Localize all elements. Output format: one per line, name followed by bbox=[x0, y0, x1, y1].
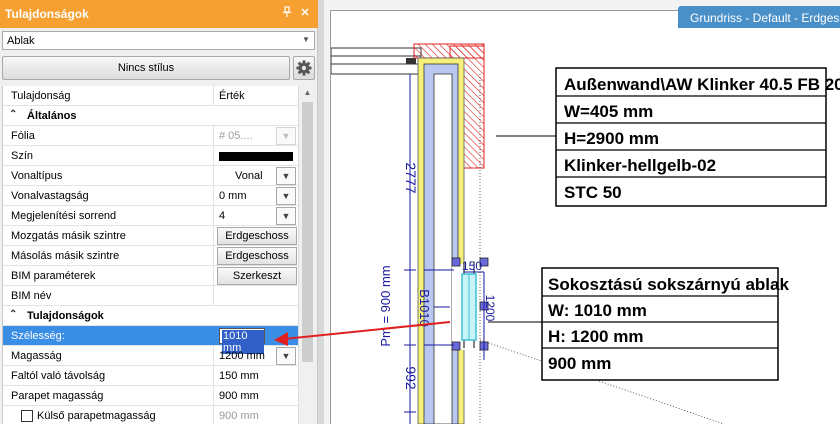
window-label-box[interactable]: Sokosztású sokszárnyú ablak W: 1010 mm H… bbox=[541, 267, 789, 381]
element-type-select[interactable]: Ablak ▼ bbox=[2, 31, 315, 50]
property-name: Parapet magasság bbox=[11, 390, 104, 402]
annotation-arrow bbox=[274, 321, 451, 346]
property-name: Mozgatás másik szintre bbox=[11, 230, 126, 242]
window-label-line: W: 1010 mm bbox=[548, 301, 647, 320]
property-row-copy-floor[interactable]: Másolás másik szintre Erdgeschoss bbox=[3, 246, 298, 266]
color-swatch[interactable] bbox=[219, 152, 293, 161]
outer-parapet-checkbox[interactable] bbox=[21, 410, 33, 422]
property-value: 900 mm bbox=[219, 410, 259, 422]
pin-icon[interactable] bbox=[280, 6, 294, 20]
property-name: Vonaltípus bbox=[11, 170, 63, 182]
property-name: Külső parapetmagasság bbox=[37, 410, 156, 422]
property-row-wall-distance[interactable]: Faltól való távolság 150 mm bbox=[3, 366, 298, 386]
property-name: Megjelenítési sorrend bbox=[11, 210, 117, 222]
column-header-property: Tulajdonság bbox=[11, 90, 71, 102]
property-row-parapet-height[interactable]: Parapet magasság 900 mm bbox=[3, 386, 298, 406]
dimension-top: 2777 bbox=[403, 162, 419, 193]
property-grid: Tulajdonság Érték ⌃ Általános Fólia # 05… bbox=[2, 86, 298, 424]
scroll-up-icon[interactable]: ▲ bbox=[301, 88, 314, 100]
property-name: Faltól való távolság bbox=[11, 370, 106, 382]
chevron-down-icon[interactable]: ▼ bbox=[276, 207, 296, 225]
collapse-icon[interactable]: ⌃ bbox=[9, 109, 17, 120]
property-grid-scrollbar[interactable]: ▲ bbox=[298, 86, 315, 424]
property-name: Másolás másik szintre bbox=[11, 250, 120, 262]
property-row-color[interactable]: Szín bbox=[3, 146, 298, 166]
property-name: Vonalvastagság bbox=[11, 190, 89, 202]
wall-label-line: Außenwand\AW Klinker 40.5 FB 20 bbox=[564, 75, 840, 94]
column-header-value: Érték bbox=[219, 90, 245, 102]
property-value: 4 bbox=[219, 210, 226, 222]
chevron-down-icon[interactable]: ▼ bbox=[276, 167, 296, 185]
settings-button[interactable] bbox=[293, 56, 315, 80]
property-grid-header: Tulajdonság Érték bbox=[3, 86, 298, 106]
property-row-lineweight[interactable]: Vonalvastagság 0 mm ▼ bbox=[3, 186, 298, 206]
property-name: Szélesség: bbox=[11, 330, 65, 342]
chevron-down-icon[interactable]: ▼ bbox=[300, 35, 312, 44]
property-name: Magasság bbox=[11, 350, 62, 362]
property-row-linetype[interactable]: Vonaltípus Vonal ▼ bbox=[3, 166, 298, 186]
property-name: Szín bbox=[11, 150, 34, 162]
style-button-label: Nincs stílus bbox=[117, 62, 175, 74]
close-icon[interactable]: ✕ bbox=[298, 6, 312, 20]
property-row-display-order[interactable]: Megjelenítési sorrend 4 ▼ bbox=[3, 206, 298, 226]
wall-label-line: STC 50 bbox=[564, 183, 622, 202]
wall-label-line: H=2900 mm bbox=[564, 129, 659, 148]
width-input[interactable]: 1010 mm bbox=[219, 328, 265, 354]
property-value: 1200 mm bbox=[219, 350, 265, 362]
property-name: BIM név bbox=[11, 290, 52, 302]
dimension-150: 150 bbox=[462, 259, 482, 273]
property-value: Vonal bbox=[235, 170, 263, 182]
style-button[interactable]: Nincs stílus bbox=[2, 56, 290, 80]
property-row-outer-parapet[interactable]: Külső parapetmagasság 900 mm bbox=[3, 406, 298, 424]
property-value[interactable]: 150 mm bbox=[219, 370, 259, 382]
wall-label-line: W=405 mm bbox=[564, 102, 653, 121]
panel-title: Tulajdonságok bbox=[5, 7, 89, 21]
properties-panel: Tulajdonságok ✕ Ablak ▼ Nincs stílus Tul… bbox=[0, 0, 318, 424]
edit-bim-button[interactable]: Szerkeszt bbox=[217, 267, 297, 285]
selection-handle[interactable] bbox=[451, 257, 461, 267]
chevron-down-icon[interactable]: ▼ bbox=[276, 187, 296, 205]
panel-header: Tulajdonságok ✕ bbox=[0, 0, 318, 28]
property-row-bim-name[interactable]: BIM név bbox=[3, 286, 298, 306]
dimension-1200: 1200 bbox=[483, 295, 497, 322]
window-label-line: Sokosztású sokszárnyú ablak bbox=[548, 275, 789, 294]
floor-plan-drawing: 2777 992 B1010 Pm = 900 mm 150 1200 Auße… bbox=[331, 43, 840, 424]
gear-icon bbox=[296, 60, 312, 76]
property-value: 0 mm bbox=[219, 190, 247, 202]
property-row-bim-params[interactable]: BIM paraméterek Szerkeszt bbox=[3, 266, 298, 286]
chevron-down-icon: ▼ bbox=[276, 127, 296, 145]
window-label-line: H: 1200 mm bbox=[548, 327, 643, 346]
property-value: # 05.... bbox=[219, 130, 253, 142]
property-row-move-floor[interactable]: Mozgatás másik szintre Erdgeschoss bbox=[3, 226, 298, 246]
property-row-foil[interactable]: Fólia # 05.... ▼ bbox=[3, 126, 298, 146]
section-label: Általános bbox=[27, 110, 77, 122]
property-name: BIM paraméterek bbox=[11, 270, 96, 282]
move-floor-button[interactable]: Erdgeschoss bbox=[217, 227, 297, 245]
copy-floor-button[interactable]: Erdgeschoss bbox=[217, 247, 297, 265]
property-name: Fólia bbox=[11, 130, 35, 142]
wall-label-line: Klinker-hellgelb-02 bbox=[564, 156, 716, 175]
section-properties[interactable]: ⌃ Tulajdonságok bbox=[3, 306, 298, 326]
wall-label-box[interactable]: Außenwand\AW Klinker 40.5 FB 20 W=405 mm… bbox=[555, 67, 840, 207]
property-row-height[interactable]: Magasság 1200 mm ▼ bbox=[3, 346, 298, 366]
dimension-bottom: 992 bbox=[403, 366, 419, 390]
property-value[interactable]: 900 mm bbox=[219, 390, 259, 402]
property-row-width[interactable]: Szélesség: 1010 mm bbox=[3, 326, 298, 354]
section-label: Tulajdonságok bbox=[27, 310, 104, 322]
collapse-icon[interactable]: ⌃ bbox=[9, 309, 17, 320]
window-label-line: 900 mm bbox=[548, 354, 611, 373]
section-general[interactable]: ⌃ Általános bbox=[3, 106, 298, 126]
element-type-value: Ablak bbox=[7, 35, 35, 47]
